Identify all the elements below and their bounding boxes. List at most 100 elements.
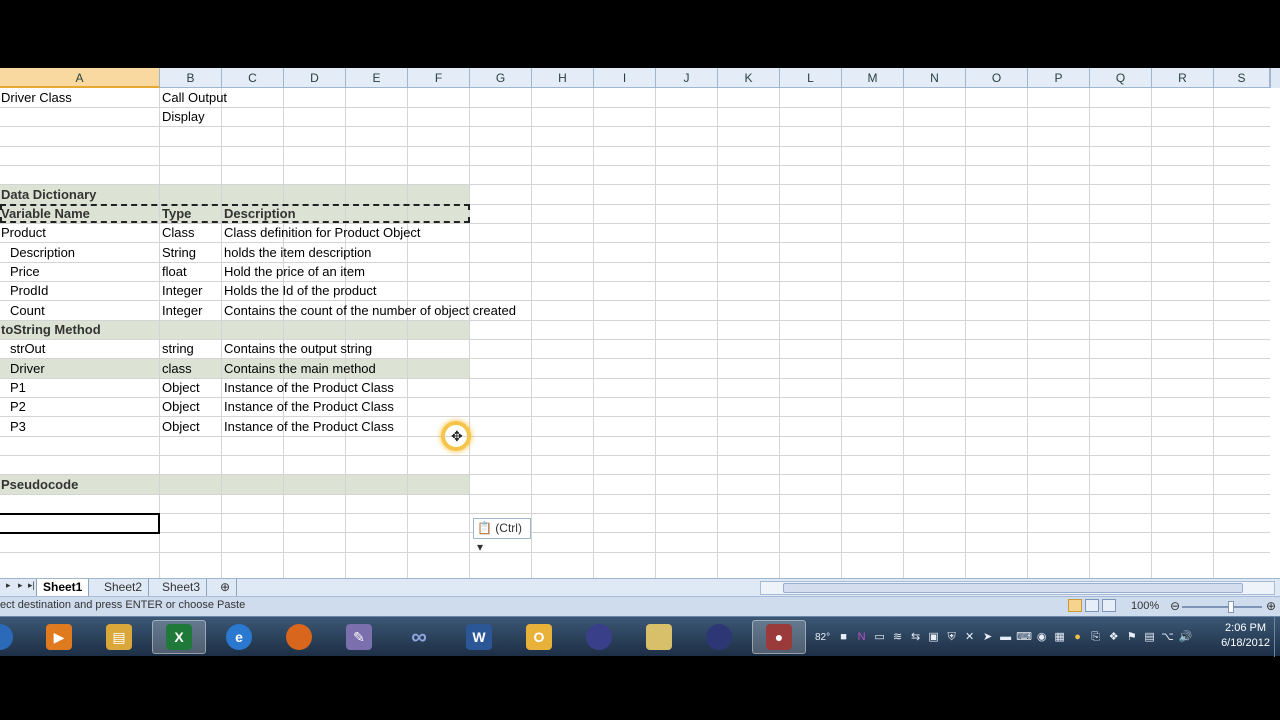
tab-sheet3[interactable]: Sheet3 (156, 579, 208, 596)
column-header-a[interactable]: A (0, 68, 160, 88)
column-header-q[interactable]: Q (1090, 68, 1152, 88)
zoom-level[interactable]: 100% (1131, 600, 1159, 612)
cell-c7[interactable]: Class definition for Product Object (223, 223, 421, 242)
column-header-r[interactable]: R (1152, 68, 1214, 88)
paste-options-button[interactable]: 📋 (Ctrl) ▾ (473, 518, 531, 554)
cell-a13[interactable]: strOut (0, 339, 45, 358)
cell-b1[interactable]: Call Output (161, 88, 227, 107)
taskbar-recorder[interactable]: ● (752, 620, 806, 654)
tray-arrow-icon[interactable]: ➤ (980, 630, 995, 645)
vertical-scrollbar[interactable] (1270, 68, 1280, 88)
tray-window-icon[interactable]: ▭ (872, 630, 887, 645)
cell-a8[interactable]: Description (0, 243, 75, 262)
column-header-l[interactable]: L (780, 68, 842, 88)
cell-c9[interactable]: Hold the price of an item (223, 262, 365, 281)
tab-next-icon[interactable]: ▸ (18, 580, 23, 591)
zoom-slider-knob[interactable] (1228, 601, 1234, 613)
cell-a11[interactable]: Count (0, 301, 45, 320)
tab-last-icon[interactable]: ▸| (28, 580, 35, 591)
cell-b2[interactable]: Display (161, 107, 205, 126)
tray-app-icon[interactable]: ■ (836, 630, 851, 645)
column-header-s[interactable]: S (1214, 68, 1270, 88)
column-header-o[interactable]: O (966, 68, 1028, 88)
horizontal-scrollbar[interactable] (760, 581, 1275, 595)
tray-usb-icon[interactable]: ⌥ (1160, 630, 1175, 645)
taskbar-explorer[interactable]: ▤ (92, 620, 146, 654)
tab-sheet2[interactable]: Sheet2 (98, 579, 150, 596)
cell-b8[interactable]: String (161, 243, 196, 262)
volume-icon[interactable]: 🔊 (1178, 630, 1193, 645)
tab-sheet1[interactable]: Sheet1 (36, 579, 90, 596)
column-header-k[interactable]: K (718, 68, 780, 88)
taskbar-word[interactable]: W (452, 620, 506, 654)
taskbar-eclipse[interactable] (572, 620, 626, 654)
cell-c8[interactable]: holds the item description (223, 243, 371, 262)
column-header-h[interactable]: H (532, 68, 594, 88)
tray-remove-icon[interactable]: ✕ (962, 630, 977, 645)
zoom-out-icon[interactable]: ⊖ (1170, 600, 1180, 613)
zoom-in-icon[interactable]: ⊕ (1266, 600, 1276, 613)
tray-flag-icon[interactable]: ⚑ (1124, 630, 1139, 645)
taskbar-infinity[interactable]: ∞ (392, 620, 446, 654)
column-header-i[interactable]: I (594, 68, 656, 88)
taskbar-media-player[interactable]: ▶ (32, 620, 86, 654)
tab-first-icon[interactable]: ▸ (6, 580, 11, 591)
cell-a17[interactable]: P3 (0, 417, 26, 436)
selected-cell-a21[interactable] (0, 513, 160, 534)
taskbar-excel[interactable]: X (152, 620, 206, 654)
tray-devices-icon[interactable]: ⎘ (1088, 630, 1103, 645)
column-header-e[interactable]: E (346, 68, 408, 88)
cell-a7[interactable]: Product (0, 223, 46, 242)
taskbar-firefox[interactable] (272, 620, 326, 654)
column-header-b[interactable]: B (160, 68, 222, 88)
cell-a14[interactable]: Driver (0, 359, 45, 378)
column-header-m[interactable]: M (842, 68, 904, 88)
cell-c17[interactable]: Instance of the Product Class (223, 417, 394, 436)
column-header-c[interactable]: C (222, 68, 284, 88)
cell-a9[interactable]: Price (0, 262, 40, 281)
cell-a20[interactable]: Pseudocode (0, 475, 78, 494)
tray-app2-icon[interactable]: ◉ (1034, 630, 1049, 645)
tray-app3-icon[interactable]: ▦ (1052, 630, 1067, 645)
cell-b7[interactable]: Class (161, 223, 195, 242)
zoom-slider[interactable]: ⊖ ⊕ (1168, 600, 1278, 614)
cell-c11[interactable]: Contains the count of the number of obje… (223, 301, 516, 320)
onenote-icon[interactable]: N (854, 630, 869, 645)
tray-battery-icon[interactable]: ▬ (998, 630, 1013, 645)
taskbar-outlook[interactable]: O (512, 620, 566, 654)
cell-a5[interactable]: Data Dictionary (0, 185, 96, 204)
column-header-p[interactable]: P (1028, 68, 1090, 88)
cell-c14[interactable]: Contains the main method (223, 359, 376, 378)
cell-b17[interactable]: Object (161, 417, 200, 436)
cell-c10[interactable]: Holds the Id of the product (223, 281, 376, 300)
cell-b13[interactable]: string (161, 339, 194, 358)
taskbar-pen-tool[interactable]: ✎ (332, 620, 386, 654)
taskbar-eclipse-2[interactable] (692, 620, 746, 654)
cell-a10[interactable]: ProdId (0, 281, 48, 300)
cell-a12[interactable]: toString Method (0, 320, 101, 339)
column-header-j[interactable]: J (656, 68, 718, 88)
tray-monitor-icon[interactable]: ▣ (926, 630, 941, 645)
tray-security-icon[interactable]: ⛨ (944, 630, 959, 645)
cell-a15[interactable]: P1 (0, 378, 26, 397)
column-header-n[interactable]: N (904, 68, 966, 88)
cell-c15[interactable]: Instance of the Product Class (223, 378, 394, 397)
page-layout-view-icon[interactable] (1085, 599, 1099, 612)
cell-b16[interactable]: Object (161, 397, 200, 416)
cell-c13[interactable]: Contains the output string (223, 339, 372, 358)
cell-a1[interactable]: Driver Class (0, 88, 72, 107)
system-clock[interactable]: 2:06 PM 6/18/2012 (1221, 621, 1270, 651)
cell-b14[interactable]: class (161, 359, 192, 378)
cell-b10[interactable]: Integer (161, 281, 202, 300)
insert-sheet-icon[interactable]: ⊕ (214, 579, 238, 596)
cell-b15[interactable]: Object (161, 378, 200, 397)
column-header-g[interactable]: G (470, 68, 532, 88)
show-desktop-button[interactable] (1274, 617, 1280, 657)
column-header-d[interactable]: D (284, 68, 346, 88)
start-button[interactable] (0, 620, 20, 654)
cell-grid[interactable]: Driver Class Call Output Display Data Di… (0, 88, 1270, 578)
cell-b9[interactable]: float (161, 262, 187, 281)
taskbar-folder[interactable] (632, 620, 686, 654)
weather-temp[interactable]: 82° (815, 632, 830, 643)
horizontal-scroll-thumb[interactable] (783, 583, 1243, 593)
